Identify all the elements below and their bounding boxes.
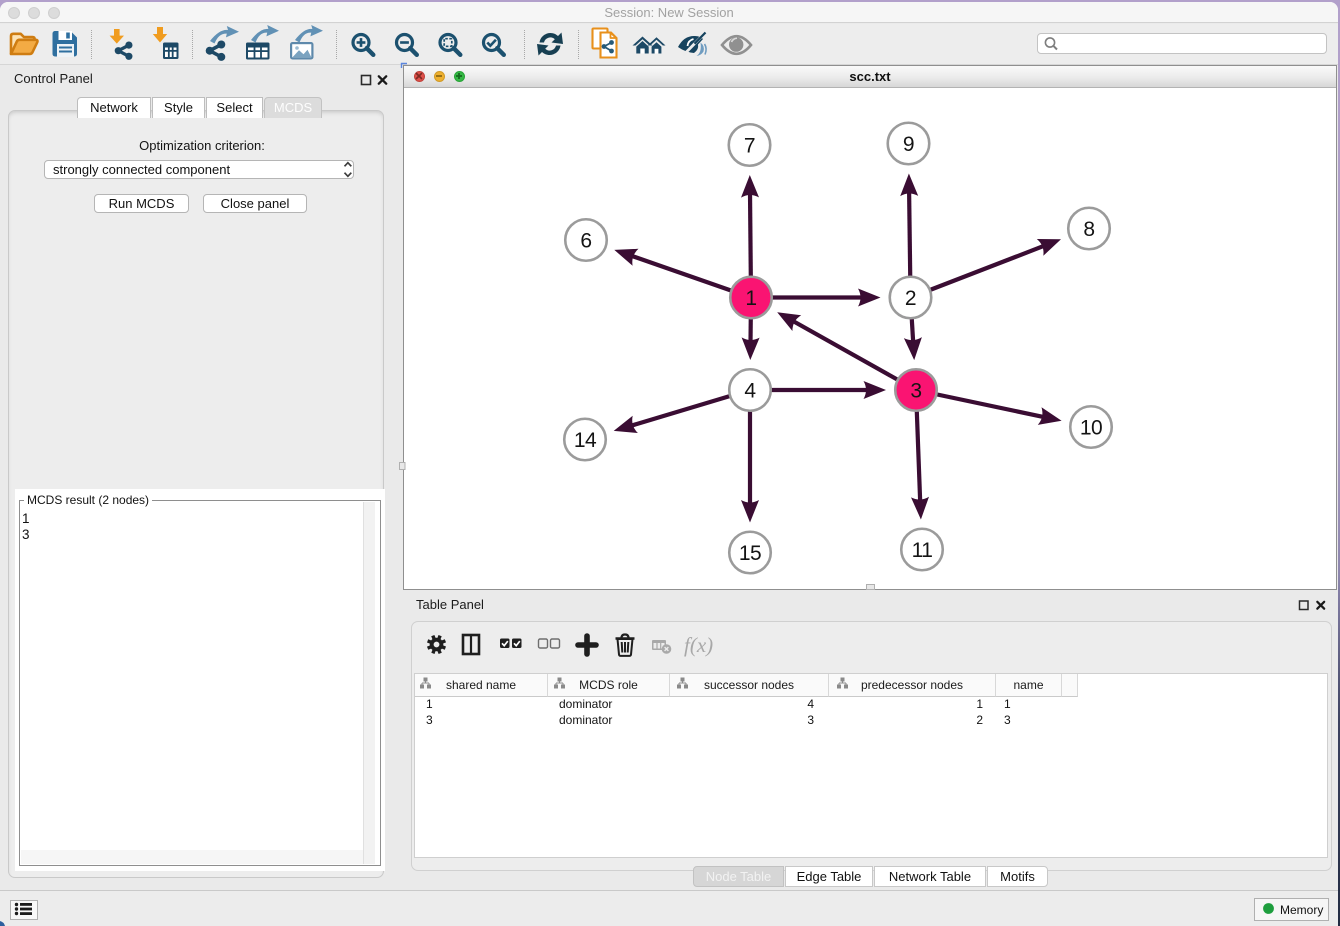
svg-text:7: 7 xyxy=(744,135,755,158)
svg-text:14: 14 xyxy=(574,429,597,452)
svg-text:10: 10 xyxy=(1080,417,1102,440)
svg-text:3: 3 xyxy=(910,380,921,403)
svg-text:15: 15 xyxy=(739,542,761,565)
svg-text:2: 2 xyxy=(905,287,916,310)
svg-text:8: 8 xyxy=(1083,218,1094,241)
svg-text:11: 11 xyxy=(912,539,933,562)
svg-text:1: 1 xyxy=(745,287,756,310)
svg-text:6: 6 xyxy=(580,230,591,253)
svg-text:4: 4 xyxy=(744,380,756,403)
svg-text:9: 9 xyxy=(903,133,914,156)
